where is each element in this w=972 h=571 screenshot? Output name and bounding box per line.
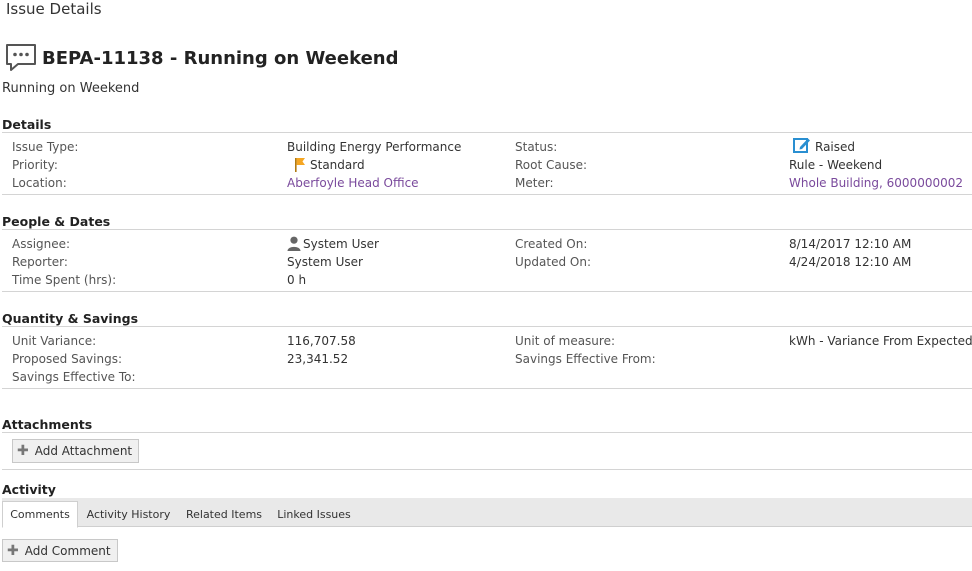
priority-label: Priority: [12, 158, 58, 172]
issue-type-value: Building Energy Performance [287, 140, 462, 154]
plus-icon: ✚ [17, 443, 29, 459]
add-attachment-button[interactable]: ✚ Add Attachment [12, 439, 140, 463]
add-comment-button[interactable]: ✚ Add Comment [2, 539, 118, 562]
page-heading: Issue Details [6, 0, 102, 18]
plus-icon: ✚ [7, 542, 19, 559]
proposed-savings-label: Proposed Savings: [12, 352, 122, 366]
root-cause-label: Root Cause: [515, 158, 588, 172]
attachments-section-title: Attachments [2, 417, 93, 432]
attachments-section [2, 432, 972, 470]
tab-related-items[interactable]: Related Items [181, 501, 267, 527]
status-value-wrap: Raised [793, 136, 855, 156]
activity-tabs: Comments Activity History Related Items … [2, 498, 972, 528]
unit-of-measure-label: Unit of measure: [515, 334, 616, 348]
meter-link[interactable]: Whole Building, 6000000002 [789, 174, 963, 192]
root-cause-value: Rule - Weekend [789, 158, 883, 172]
status-label: Status: [515, 140, 558, 154]
people-section-title: People & Dates [2, 214, 111, 229]
created-on-value: 8/14/2017 12:10 AM [789, 237, 912, 251]
updated-on-label: Updated On: [515, 255, 591, 269]
savings-effective-from-label: Savings Effective From: [515, 352, 656, 366]
reporter-value: System User [287, 255, 363, 269]
tab-linked-issues[interactable]: Linked Issues [273, 501, 355, 527]
activity-section-title: Activity [2, 482, 56, 497]
flag-icon [295, 158, 305, 172]
tab-activity-history[interactable]: Activity History [82, 501, 175, 527]
quantity-section-title: Quantity & Savings [2, 311, 139, 326]
unit-variance-value: 116,707.58 [287, 334, 356, 348]
time-spent-value: 0 h [287, 273, 307, 287]
savings-effective-to-label: Savings Effective To: [12, 370, 136, 384]
meter-label: Meter: [515, 176, 554, 190]
user-icon [287, 236, 301, 251]
unit-variance-label: Unit Variance: [12, 334, 97, 348]
reporter-label: Reporter: [12, 255, 68, 269]
status-value: Raised [815, 140, 856, 154]
time-spent-label: Time Spent (hrs): [12, 273, 117, 287]
priority-value: Standard [310, 158, 365, 172]
location-label: Location: [12, 176, 67, 190]
issue-description: Running on Weekend [2, 81, 140, 96]
issue-title: BEPA-11138 - Running on Weekend [42, 47, 399, 69]
issue-type-label: Issue Type: [12, 140, 79, 154]
assignee-label: Assignee: [12, 237, 71, 251]
issue-title-row: BEPA-11138 - Running on Weekend [5, 42, 399, 74]
priority-value-wrap: Standard [294, 156, 365, 174]
comment-bubble-icon [6, 44, 36, 71]
proposed-savings-value: 23,341.52 [287, 352, 349, 366]
updated-on-value: 4/24/2018 12:10 AM [789, 255, 912, 269]
location-link[interactable]: Aberfoyle Head Office [287, 174, 419, 192]
assignee-value-wrap: System User [287, 235, 379, 253]
add-comment-label: Add Comment [24, 543, 111, 558]
tab-comments[interactable]: Comments [2, 501, 78, 528]
assignee-value: System User [303, 237, 379, 251]
add-attachment-label: Add Attachment [34, 444, 133, 458]
created-on-label: Created On: [515, 237, 588, 251]
details-section-title: Details [2, 117, 52, 132]
edit-note-icon [793, 138, 810, 153]
unit-of-measure-value: kWh - Variance From Expected [789, 334, 972, 348]
